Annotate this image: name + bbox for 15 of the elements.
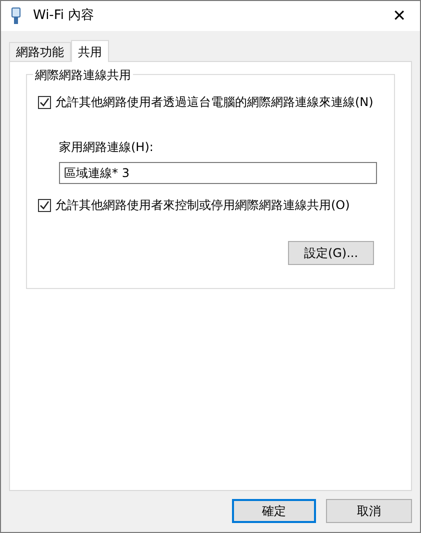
checkbox-label[interactable]: 允許其他網路使用者來控制或停用網際網路連線共用(O) (55, 196, 350, 214)
settings-button[interactable]: 設定(G)... (288, 241, 374, 265)
dialog-button[interactable]: 取消 (326, 499, 412, 523)
checkbox-label[interactable]: 允許其他網路使用者透過這台電腦的網際網路連線來連線(N) (55, 93, 374, 111)
wifi-adapter-icon (11, 7, 21, 25)
tab[interactable]: 網路功能 (9, 42, 71, 61)
dialog-button[interactable]: 確定 (232, 499, 316, 523)
group-title: 網際網路連線共用 (33, 66, 133, 84)
connection-field[interactable]: 區域連線* 3 (59, 162, 377, 184)
tab[interactable]: 共用 (71, 40, 109, 62)
checkbox[interactable] (38, 198, 51, 212)
checkbox[interactable] (38, 96, 51, 108)
window-title: Wi-Fi 內容 (33, 7, 94, 26)
field-label: 家用網路連線(H): (59, 139, 154, 156)
close-button[interactable]: ✕ (388, 4, 410, 28)
